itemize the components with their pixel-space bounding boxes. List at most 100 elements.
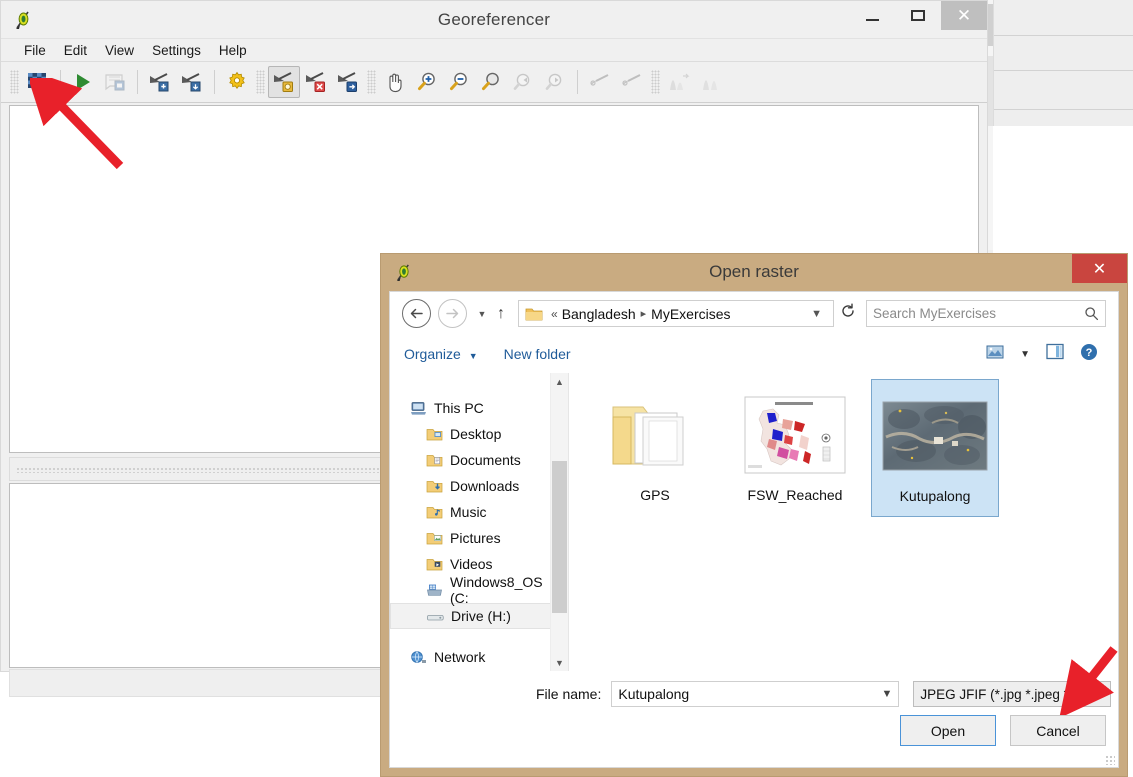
filetype-dropdown[interactable]: JPEG JFIF (*.jpg *.jpeg *.JPG ’ ▼ <box>913 681 1112 707</box>
pan-button[interactable] <box>379 66 411 98</box>
generate-gdal-script-button[interactable] <box>99 66 131 98</box>
tree-item-desktop[interactable]: Desktop <box>390 421 551 447</box>
toolbar-grip[interactable] <box>10 70 19 94</box>
transformation-settings-button[interactable] <box>221 66 253 98</box>
hand-pan-icon <box>389 73 402 93</box>
back-button[interactable] <box>402 299 431 328</box>
scroll-down-button[interactable]: ▼ <box>551 654 568 671</box>
scroll-up-button[interactable]: ▲ <box>551 373 568 390</box>
videos-folder-icon <box>426 558 443 570</box>
change-view-button[interactable] <box>986 344 1004 365</box>
close-button[interactable]: ✕ <box>941 1 987 30</box>
tree-item-this-pc[interactable]: This PC <box>390 395 551 421</box>
zoom-last-button[interactable] <box>507 66 539 98</box>
cancel-button[interactable]: Cancel <box>1010 715 1106 746</box>
scrollbar-thumb[interactable] <box>552 461 567 613</box>
forward-button[interactable] <box>438 299 467 328</box>
tree-item-windows8-os[interactable]: Windows8_OS (C: <box>390 574 551 606</box>
minimize-button[interactable] <box>849 1 895 30</box>
menu-help[interactable]: Help <box>210 41 256 60</box>
tree-item-pictures[interactable]: Pictures <box>390 525 551 551</box>
change-view-caret[interactable]: ▼ <box>1020 349 1030 360</box>
filetype-value: JPEG JFIF (*.jpg *.jpeg *.JPG <box>920 686 1099 702</box>
full-histogram-stretch-button[interactable] <box>663 66 695 98</box>
help-button[interactable]: ? <box>1080 343 1098 366</box>
start-georeferencing-button[interactable] <box>67 66 99 98</box>
address-dropdown-button[interactable]: ▼ <box>811 308 829 320</box>
toolbar-separator <box>60 70 61 94</box>
file-item-label: GPS <box>640 487 670 503</box>
preview-pane-icon <box>1046 343 1064 360</box>
gcp-add-point-icon <box>274 72 293 92</box>
zoom-next-icon <box>545 73 562 90</box>
open-raster-button[interactable] <box>22 66 54 98</box>
refresh-button[interactable] <box>834 303 862 324</box>
maximize-icon <box>911 10 925 21</box>
zoom-in-icon <box>418 72 435 91</box>
preview-pane-button[interactable] <box>1046 343 1064 365</box>
up-one-level-button[interactable]: ↑ <box>490 305 512 323</box>
search-input[interactable]: Search MyExercises <box>866 300 1106 327</box>
toolbar-grip[interactable] <box>256 70 265 94</box>
tree-item-downloads[interactable]: Downloads <box>390 473 551 499</box>
screen: Georeferencer ✕ File Edit View Settings … <box>0 0 1133 777</box>
breadcrumb-overflow[interactable]: « <box>547 307 562 321</box>
tree-item-documents[interactable]: Documents <box>390 447 551 473</box>
chevron-down-icon: ▼ <box>468 351 478 361</box>
tree-item-network[interactable]: Network <box>390 644 551 670</box>
breadcrumb-bangladesh[interactable]: Bangladesh <box>562 306 636 322</box>
file-thumbnail <box>607 385 703 485</box>
georeferencer-titlebar[interactable]: Georeferencer ✕ <box>1 1 987 38</box>
tree-item-label: Drive (H:) <box>451 608 511 624</box>
zoom-in-button[interactable] <box>411 66 443 98</box>
toolbar-separator <box>577 70 578 94</box>
address-bar[interactable]: « Bangladesh ▸ MyExercises ▼ <box>518 300 834 327</box>
menu-view[interactable]: View <box>96 41 143 60</box>
navigation-tree-pane: This PC Desktop Documents Downloads Musi… <box>390 373 569 671</box>
toolbar-grip[interactable] <box>367 70 376 94</box>
menu-file[interactable]: File <box>15 41 55 60</box>
file-item-fsw-reached[interactable]: FSW_Reached <box>731 379 859 517</box>
tree-scrollbar[interactable]: ▲ ▼ <box>550 373 568 671</box>
maximize-button[interactable] <box>895 1 941 30</box>
open-button[interactable]: Open <box>900 715 996 746</box>
zoom-next-button[interactable] <box>539 66 571 98</box>
green-play-icon <box>77 74 90 90</box>
resize-grip[interactable] <box>1105 755 1115 765</box>
link-qgis-to-georeferencer-button[interactable] <box>616 66 648 98</box>
breadcrumb-separator: ▸ <box>640 308 647 320</box>
search-placeholder: Search MyExercises <box>873 306 997 321</box>
dialog-close-button[interactable]: ✕ <box>1072 254 1127 283</box>
dialog-navbar: ▼ ↑ « Bangladesh ▸ MyExercises ▼ Search … <box>390 292 1118 335</box>
tree-item-label: Desktop <box>450 426 502 442</box>
filename-input[interactable]: Kutupalong ▼ <box>611 681 900 707</box>
add-point-button[interactable] <box>268 66 300 98</box>
toolbar-grip[interactable] <box>651 70 660 94</box>
organize-menu-button[interactable]: Organize ▼ <box>404 346 478 362</box>
dialog-titlebar[interactable]: Open raster ✕ <box>381 254 1127 291</box>
file-item-gps[interactable]: GPS <box>591 379 719 517</box>
zoom-out-button[interactable] <box>443 66 475 98</box>
local-histogram-stretch-button[interactable] <box>695 66 727 98</box>
menu-edit[interactable]: Edit <box>55 41 96 60</box>
menu-settings[interactable]: Settings <box>143 41 210 60</box>
window-controls: ✕ <box>849 1 987 30</box>
move-gcp-point-button[interactable] <box>332 66 364 98</box>
map-image-icon <box>744 396 845 474</box>
zoom-to-layer-button[interactable] <box>475 66 507 98</box>
histogram-icon <box>703 80 717 90</box>
new-folder-button[interactable]: New folder <box>504 346 571 362</box>
minimize-icon <box>865 18 879 21</box>
link-georeferencer-to-qgis-button[interactable] <box>584 66 616 98</box>
file-item-kutupalong[interactable]: Kutupalong <box>871 379 999 517</box>
breadcrumb-myexercises[interactable]: MyExercises <box>651 306 730 322</box>
save-gcp-points-button[interactable] <box>176 66 208 98</box>
tree-item-drive-h[interactable]: Drive (H:) <box>390 603 551 629</box>
load-gcp-points-button[interactable] <box>144 66 176 98</box>
recent-locations-button[interactable]: ▼ <box>474 309 490 319</box>
tree-item-music[interactable]: Music <box>390 499 551 525</box>
delete-point-button[interactable] <box>300 66 332 98</box>
chevron-down-icon[interactable]: ▼ <box>1102 687 1110 701</box>
chevron-down-icon[interactable]: ▼ <box>881 688 892 700</box>
file-list-pane[interactable]: GPS FSW_Reached Kutupalong <box>569 373 1118 671</box>
